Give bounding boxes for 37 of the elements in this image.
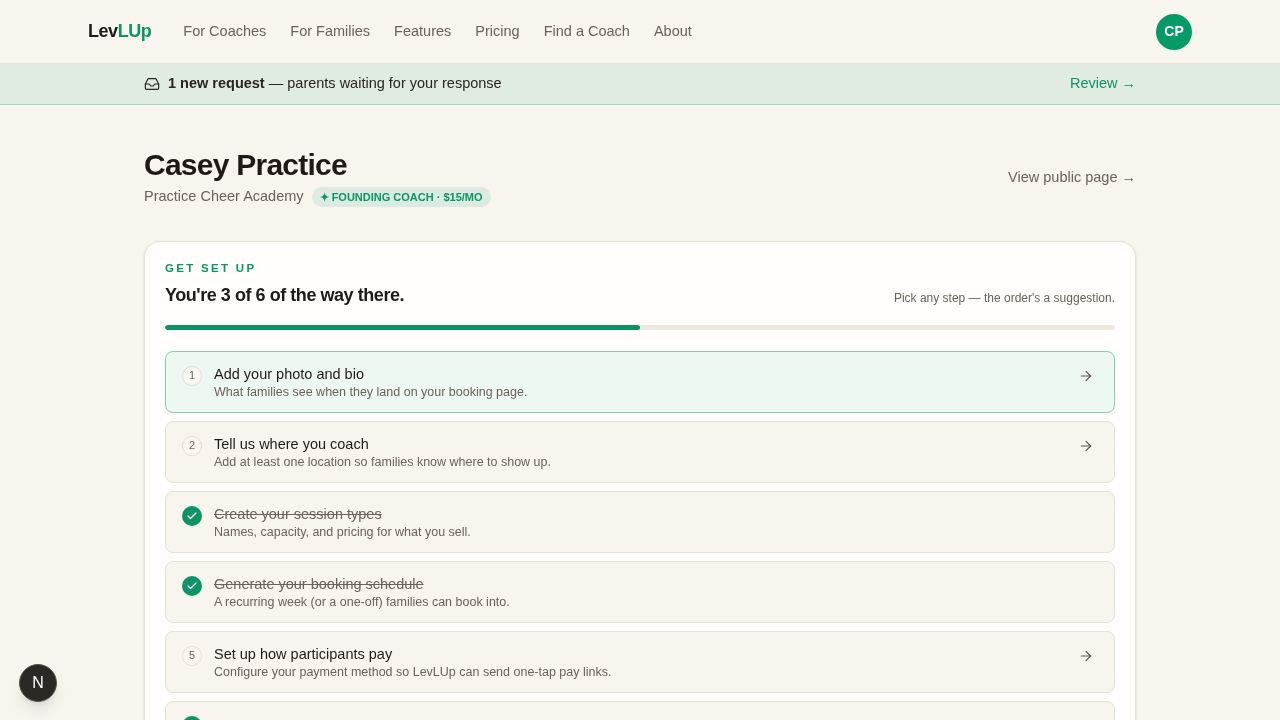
setup-step[interactable]: 1 Add your photo and bio What families see when they land on your booking page.: [165, 350, 1115, 413]
step-description: A recurring week (or a one-off) families can book into.: [214, 593, 511, 610]
inbox-icon: [144, 76, 160, 92]
nav-link[interactable]: Features: [394, 20, 452, 43]
step-title: Set up how participants pay: [214, 644, 394, 664]
review-link[interactable]: Review →: [1069, 73, 1136, 95]
step-number: 1: [182, 365, 202, 386]
step-number: 2: [182, 435, 202, 456]
step-description: Configure your payment method so LevLUp can send one-tap pay links.: [214, 663, 613, 680]
logo-link[interactable]: LevLUp: [88, 18, 152, 45]
step-title: Generate your booking schedule: [214, 574, 425, 594]
user-avatar[interactable]: CP: [1156, 13, 1192, 50]
view-public-page-link[interactable]: View public page →: [1008, 166, 1136, 189]
step-title: Create your session types: [214, 504, 383, 524]
setup-step[interactable]: 2 Tell us where you coach Add at least one location so families know where to show up.: [165, 420, 1115, 483]
step-title: Add your photo and bio: [214, 364, 365, 384]
setup-step[interactable]: Create your session types Names, capacity, and pricing for what you sell.: [165, 490, 1115, 553]
dev-tools-button[interactable]: N: [19, 664, 57, 702]
academy-name: Practice Cheer Academy: [144, 187, 304, 206]
founding-coach-badge: ✦ FOUNDING COACH · $15/MO: [311, 186, 491, 208]
coach-name: Casey Practice: [144, 147, 348, 183]
step-title: Tell us where you coach: [214, 434, 370, 454]
nav-link[interactable]: For Families: [290, 20, 371, 43]
nav-link[interactable]: Find a Coach: [543, 20, 630, 43]
step-description: What families see when they land on your booking page.: [214, 383, 529, 400]
banner-message: 1 new request — parents waiting for your response: [168, 74, 502, 94]
progress-heading: You're 3 of 6 of the way there.: [165, 283, 405, 307]
step-description: Add at least one location so families know where to show up.: [214, 453, 552, 470]
order-hint: Pick any step — the order's a suggestion.: [893, 289, 1115, 306]
step-description: Names, capacity, and pricing for what you sell.: [214, 523, 472, 540]
section-eyebrow: GET SET UP: [165, 260, 257, 276]
nav-link[interactable]: Pricing: [475, 20, 520, 43]
nav-link[interactable]: About: [653, 20, 692, 43]
setup-step[interactable]: Generate your booking schedule A recurring week (or a one-off) families can book into.: [165, 560, 1115, 623]
setup-step[interactable]: 5 Set up how participants pay Configure your payment method so LevLUp can send one-tap pay links.: [165, 630, 1115, 693]
nav-link[interactable]: For Coaches: [183, 20, 267, 43]
step-number: 5: [182, 645, 202, 666]
